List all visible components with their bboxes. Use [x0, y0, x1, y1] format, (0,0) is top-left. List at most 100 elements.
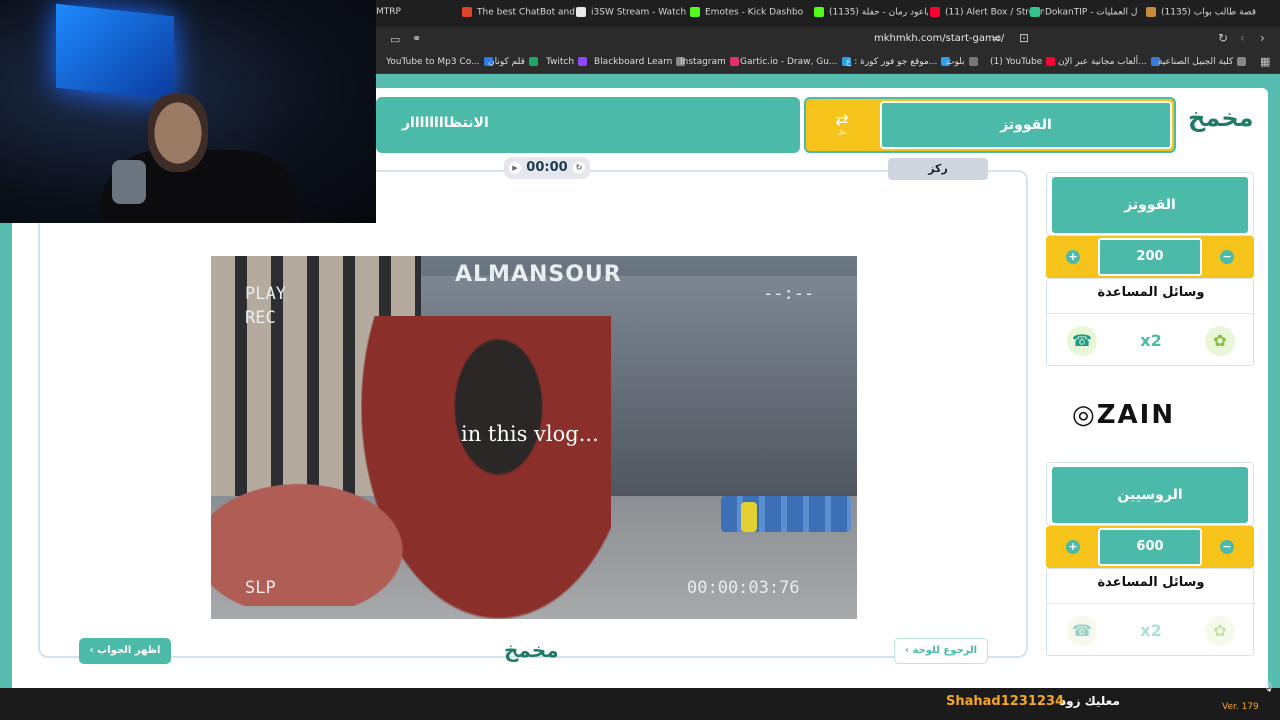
- tab-favicon-icon: [814, 7, 824, 17]
- browser-tab[interactable]: (1135) قصة طالب بواب: [1146, 7, 1270, 18]
- browser-tab[interactable]: (11) Alert Box / Stream: [930, 7, 1044, 18]
- team-name-box: القووتز: [1046, 172, 1254, 236]
- reveal-answer-button[interactable]: ‹ اظهر الجواب: [79, 638, 171, 664]
- bookmark-label: Twitch: [546, 57, 575, 67]
- url-field[interactable]: mkhmkh.com/start-game/: [874, 33, 1004, 44]
- bookmark-item[interactable]: Blackboard Learn: [594, 57, 686, 67]
- team-name-box: الروسيين: [1046, 462, 1254, 526]
- decrease-score-icon[interactable]: −: [1220, 250, 1234, 264]
- bookmark-label: YouTube to Mp3 Co...: [386, 57, 480, 67]
- rest-icon[interactable]: ✿: [1205, 616, 1235, 646]
- bookmark-item[interactable]: بلوت: [946, 57, 978, 67]
- call-friend-icon[interactable]: ☎: [1067, 616, 1097, 646]
- video-arm: [211, 466, 431, 606]
- team-score-row: + 600 −: [1046, 526, 1254, 568]
- bookmark-icon[interactable]: ⊡: [1019, 31, 1029, 45]
- bookmark-item[interactable]: Twitch: [546, 57, 588, 67]
- apps-grid-icon[interactable]: ▦: [1260, 55, 1270, 68]
- back-to-board-button[interactable]: ‹ الرجوع للوحة: [894, 638, 988, 664]
- sponsor-swirl-icon: ◎: [1072, 400, 1097, 430]
- double-points-icon[interactable]: x2: [1136, 326, 1166, 356]
- browser-tab[interactable]: DokanTIP - ل العمليات: [1030, 7, 1150, 18]
- bookmark-item[interactable]: (1) YouTube: [990, 57, 1056, 67]
- video-sign: ALMANSOUR: [455, 262, 622, 287]
- help-tools-title: وسائل المساعدة: [1097, 285, 1205, 300]
- timer-reset-icon[interactable]: ↻: [573, 162, 585, 174]
- bookmark-label: قلم كونان: [488, 57, 525, 67]
- tab-label: The best ChatBot and: [477, 7, 575, 18]
- tab-label: (1135) ياعود رمان - حفلة: [829, 7, 928, 18]
- question-timer: ▶ 00:00 ↻: [504, 157, 590, 179]
- video-time-placeholder: --:--: [763, 284, 815, 304]
- call-friend-icon[interactable]: ☎: [1067, 326, 1097, 356]
- team-name: الروسيين: [1052, 467, 1248, 523]
- tab-favicon-icon: [1146, 7, 1156, 17]
- increase-score-icon[interactable]: +: [1066, 250, 1080, 264]
- reveal-answer-label: اظهر الجواب: [97, 645, 161, 656]
- bookmark-favicon-icon: [1046, 57, 1056, 66]
- tab-favicon-icon: [576, 7, 586, 17]
- bookmark-favicon-icon: [968, 57, 978, 66]
- switch-turn-icon[interactable]: ⇄ نقل: [826, 110, 858, 140]
- footer-logo: مخمخ: [504, 638, 559, 662]
- team-card: الروسيين + 600 − وسائل المساعدة ☎ x2 ✿: [1046, 462, 1255, 658]
- webcam-overlay: [0, 0, 376, 223]
- video-play-text: PLAY: [245, 284, 286, 304]
- video-yellow-bottle: [741, 502, 757, 532]
- browser-tab[interactable]: The best ChatBot and: [462, 7, 582, 18]
- tab-label: Emotes - Kick Dashbo: [705, 7, 804, 18]
- webcam-streamer-face: [148, 94, 208, 172]
- bookmark-item[interactable]: قلم كونان: [488, 57, 538, 67]
- tab-favicon-icon: [690, 7, 700, 17]
- team-score-row: + 200 −: [1046, 236, 1254, 278]
- bookmark-item[interactable]: موقع جو فور كورة : ع...: [846, 57, 951, 67]
- forward-icon[interactable]: ›: [1260, 31, 1265, 45]
- video-rec-text: REC: [245, 308, 276, 328]
- bookmark-item[interactable]: Instagram: [680, 57, 739, 67]
- double-points-icon[interactable]: x2: [1136, 616, 1166, 646]
- bookmark-item[interactable]: كلية الجبيل الصناعية: [1158, 57, 1247, 67]
- bookmark-label: Blackboard Learn: [594, 57, 673, 67]
- help-tools-box: وسائل المساعدة ☎ x2 ✿: [1046, 568, 1255, 656]
- tab-label: MTRP: [376, 7, 401, 17]
- site-settings-icon[interactable]: ⇌: [992, 32, 1001, 45]
- current-turn-team: القووتز: [880, 101, 1172, 149]
- increase-score-icon[interactable]: +: [1066, 540, 1080, 554]
- bookmark-label: بلوت: [946, 57, 965, 67]
- sponsor-logo: ◎ZAIN: [1072, 400, 1175, 430]
- timer-play-icon[interactable]: ▶: [509, 162, 521, 174]
- browser-tab[interactable]: (1135) ياعود رمان - حفلة: [814, 7, 928, 18]
- help-tools-row: ☎ x2 ✿: [1047, 313, 1255, 365]
- rest-icon[interactable]: ✿: [1205, 326, 1235, 356]
- microphone-icon[interactable]: 🎙: [1262, 682, 1275, 693]
- help-tools-row: ☎ x2 ✿: [1047, 603, 1255, 655]
- tab-label: DokanTIP - ل العمليات: [1045, 7, 1138, 18]
- site-logo: مخمخ: [1188, 104, 1256, 132]
- back-to-board-label: الرجوع للوحة: [912, 645, 978, 656]
- version-label: Ver. 179: [1222, 702, 1259, 712]
- streamer-handle: Shahad1231234: [946, 694, 1065, 709]
- bookmark-label: (1) YouTube: [990, 57, 1043, 67]
- webcam-monitor: [56, 3, 174, 101]
- back-icon[interactable]: ‹: [1240, 31, 1245, 45]
- screen-icon[interactable]: ▭: [390, 33, 400, 46]
- bookmark-item[interactable]: Gartic.io - Draw, Gu...: [740, 57, 851, 67]
- team-score: 600: [1098, 528, 1202, 566]
- reload-icon[interactable]: ↻: [1218, 31, 1228, 45]
- team-score: 200: [1098, 238, 1202, 276]
- question-video[interactable]: ALMANSOUR PLAY REC --:-- SLP 00:00:03:76…: [211, 256, 857, 619]
- tab-favicon-icon: [930, 7, 940, 17]
- browser-tab[interactable]: i3SW Stream - Watch: [576, 7, 686, 18]
- bookmark-item[interactable]: ألعاب مجانية عبر الإن...: [1058, 57, 1160, 67]
- sponsor-name: ZAIN: [1096, 400, 1176, 430]
- webcam-microphone: [112, 160, 146, 204]
- bookmark-item[interactable]: YouTube to Mp3 Co...: [386, 57, 493, 67]
- video-timecode: 00:00:03:76: [687, 578, 800, 598]
- browser-tab[interactable]: MTRP: [376, 7, 401, 17]
- browser-tab[interactable]: Emotes - Kick Dashbo: [690, 7, 812, 18]
- link-icon[interactable]: ⚭: [412, 32, 421, 45]
- tab-label: (1135) قصة طالب بواب: [1161, 7, 1257, 18]
- tab-favicon-icon: [462, 7, 472, 17]
- decrease-score-icon[interactable]: −: [1220, 540, 1234, 554]
- waiting-team-name: الانتظاااااااار: [402, 115, 489, 131]
